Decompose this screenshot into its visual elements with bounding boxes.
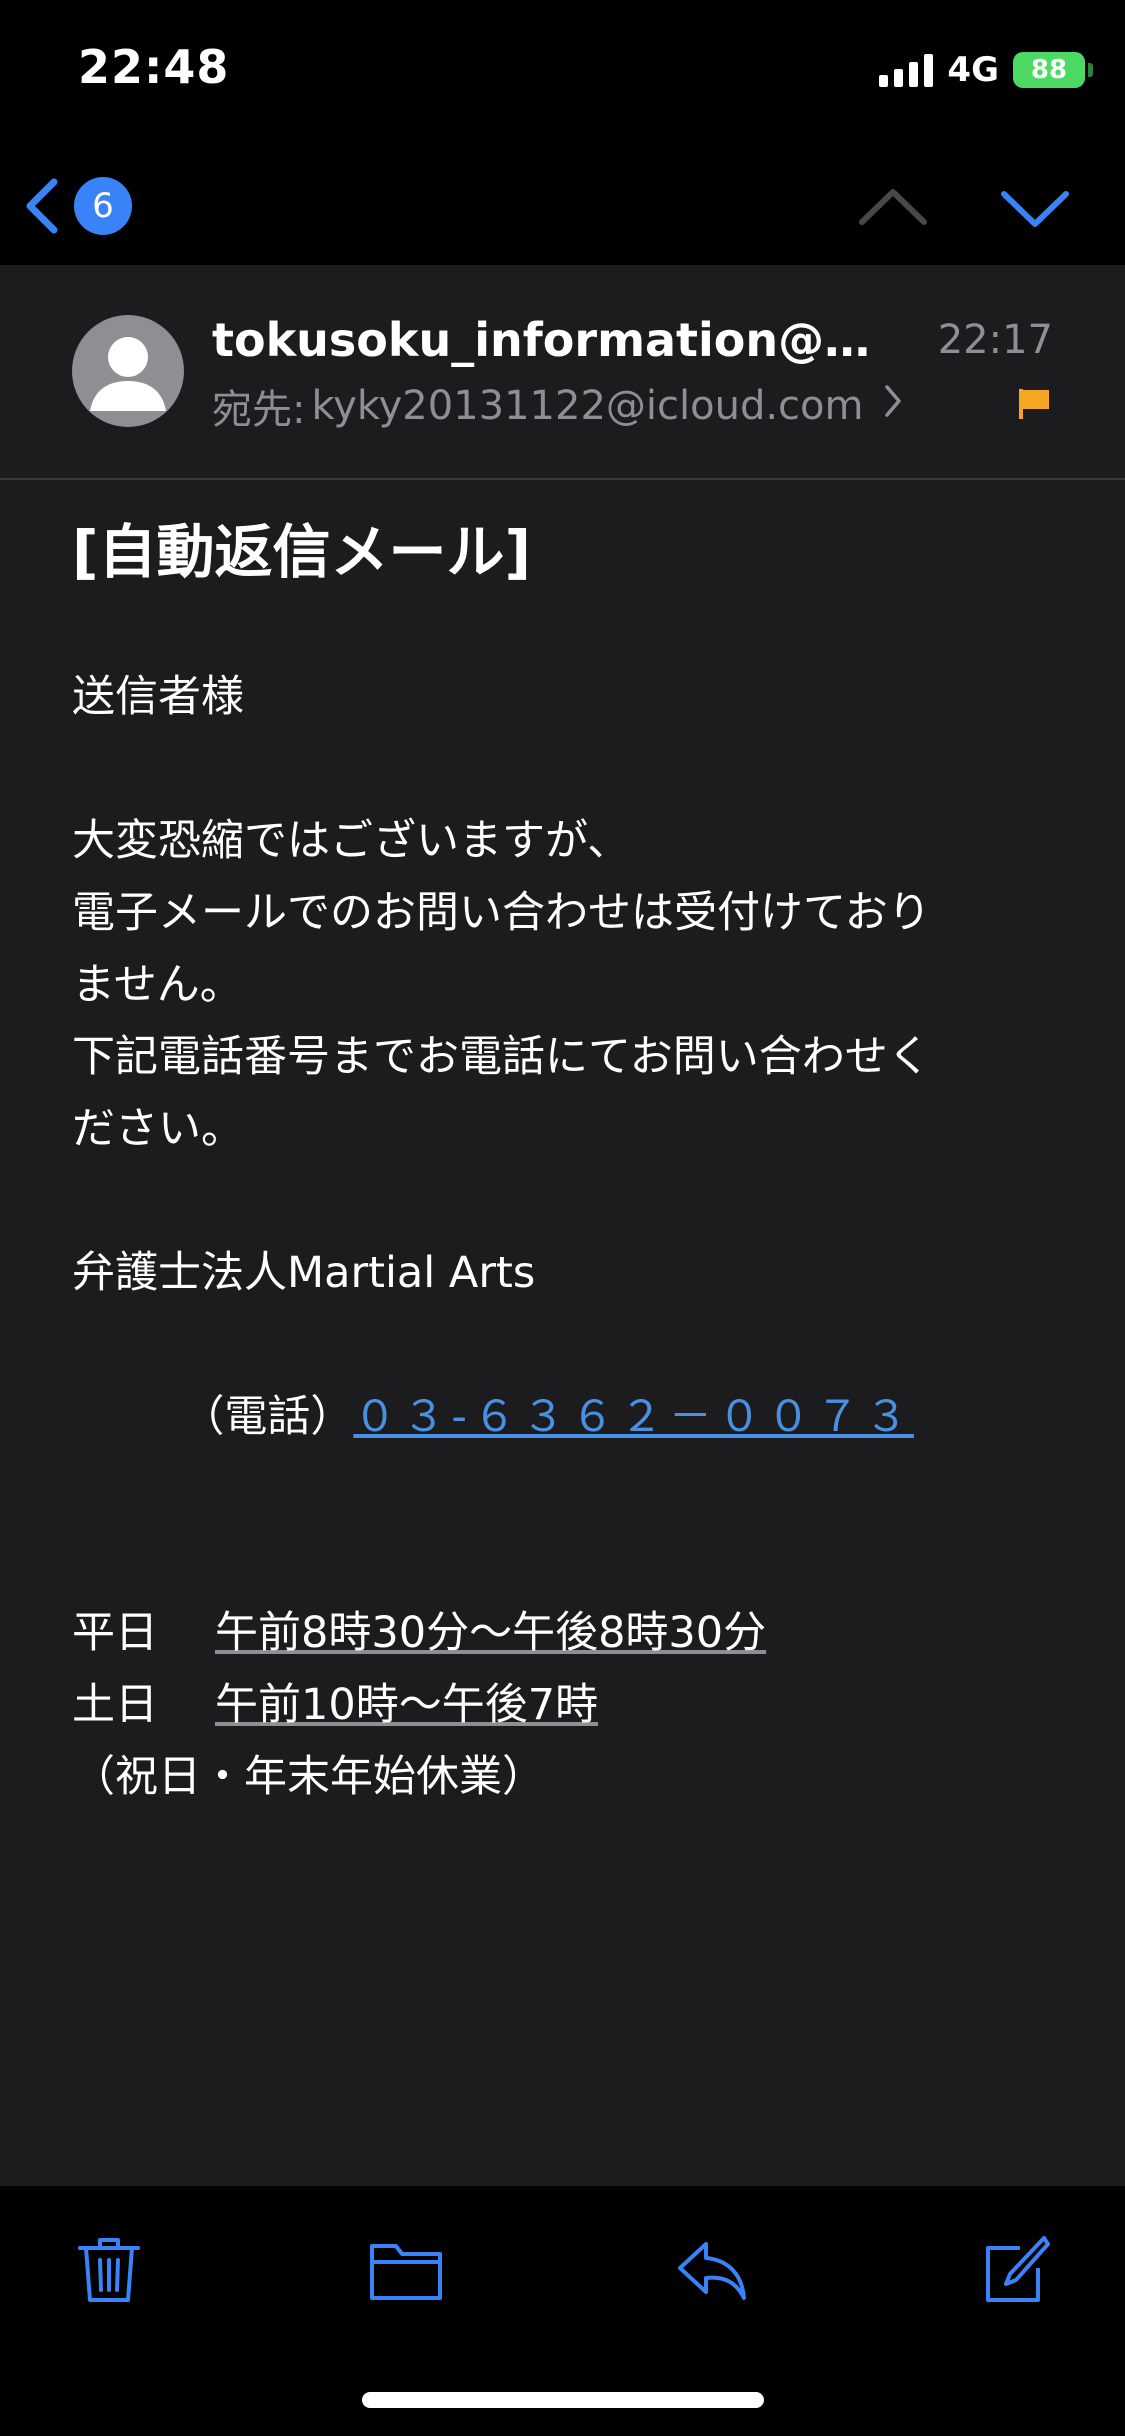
delete-button[interactable] <box>76 2234 142 2310</box>
battery-icon: 88 <box>1013 52 1093 88</box>
phone-link[interactable]: ０３-６３６２－００７３ <box>353 1392 914 1442</box>
home-indicator[interactable] <box>362 2392 764 2408</box>
recipient-row[interactable]: 宛先: kyky20131122@icloud.com <box>212 377 903 435</box>
reply-icon <box>678 2242 746 2300</box>
body-line: ません。 <box>72 960 243 1010</box>
mail-content: 送信者様 大変恐縮ではございますが、 電子メールでのお問い合わせは受付けており … <box>72 661 1062 1813</box>
flag-icon <box>1017 387 1051 425</box>
chevron-right-icon <box>883 383 903 429</box>
hours-label: 土日 <box>72 1680 158 1730</box>
trash-icon <box>78 2238 140 2302</box>
sender-address[interactable]: tokusoku_information@ma... <box>212 313 912 367</box>
hours-row-weekday: 平日 午前8時30分〜午後8時30分 <box>72 1597 1062 1669</box>
network-type: 4G <box>947 50 999 90</box>
hours-row-weekend: 土日 午前10時〜午後7時 <box>72 1669 1062 1741</box>
firm-name: 弁護士法人Martial Arts <box>72 1248 536 1298</box>
body-line: ださい。 <box>72 1104 244 1154</box>
mail-screen: 22:48 4G 88 6 tokusoku_information@ma...… <box>0 0 1125 2436</box>
battery-level: 88 <box>1030 55 1068 85</box>
hours-value[interactable]: 午前10時〜午後7時 <box>215 1669 598 1741</box>
signal-icon <box>879 53 934 87</box>
received-time: 22:17 <box>937 317 1053 363</box>
back-button[interactable]: 6 <box>22 166 132 246</box>
chevron-up-icon <box>859 189 927 225</box>
mail-header: tokusoku_information@ma... 22:17 宛先: kyk… <box>0 265 1125 480</box>
compose-icon <box>986 2236 1050 2302</box>
avatar[interactable] <box>72 315 184 427</box>
body-line: 下記電話番号までお電話にてお問い合わせく <box>72 1032 931 1082</box>
folder-icon <box>370 2244 442 2300</box>
compose-button[interactable] <box>980 2234 1050 2310</box>
status-indicators: 4G 88 <box>879 48 1093 92</box>
back-chevron-icon <box>22 176 62 236</box>
recipient-address: kyky20131122@icloud.com <box>311 383 864 429</box>
reply-button[interactable] <box>674 2234 750 2310</box>
body-line: 電子メールでのお問い合わせは受付けており <box>72 888 931 938</box>
body-line: 大変恐縮ではございますが、 <box>72 816 631 866</box>
greeting: 送信者様 <box>72 672 244 722</box>
chevron-down-icon <box>1001 191 1069 227</box>
person-icon <box>90 337 166 411</box>
next-message-button[interactable] <box>1000 172 1070 246</box>
nav-bar: 6 <box>0 160 1125 265</box>
recipient-label: 宛先: <box>212 387 306 433</box>
move-to-folder-button[interactable] <box>368 2234 444 2310</box>
mail-subject: [自動返信メール] <box>72 518 532 586</box>
phone-prefix: （電話） <box>181 1392 354 1442</box>
holiday-note: （祝日・年末年始休業） <box>72 1752 545 1802</box>
previous-message-button[interactable] <box>858 172 928 246</box>
mail-body: [自動返信メール] 送信者様 大変恐縮ではございますが、 電子メールでのお問い合… <box>72 515 1062 1813</box>
hours-label: 平日 <box>72 1608 158 1658</box>
phone-row: （電話）０３-６３６２－００７３ <box>72 1309 1062 1525</box>
unread-count-badge: 6 <box>74 177 132 235</box>
status-time: 22:48 <box>78 40 230 94</box>
hours-value[interactable]: 午前8時30分〜午後8時30分 <box>215 1597 766 1669</box>
status-bar: 22:48 4G 88 <box>0 0 1125 160</box>
